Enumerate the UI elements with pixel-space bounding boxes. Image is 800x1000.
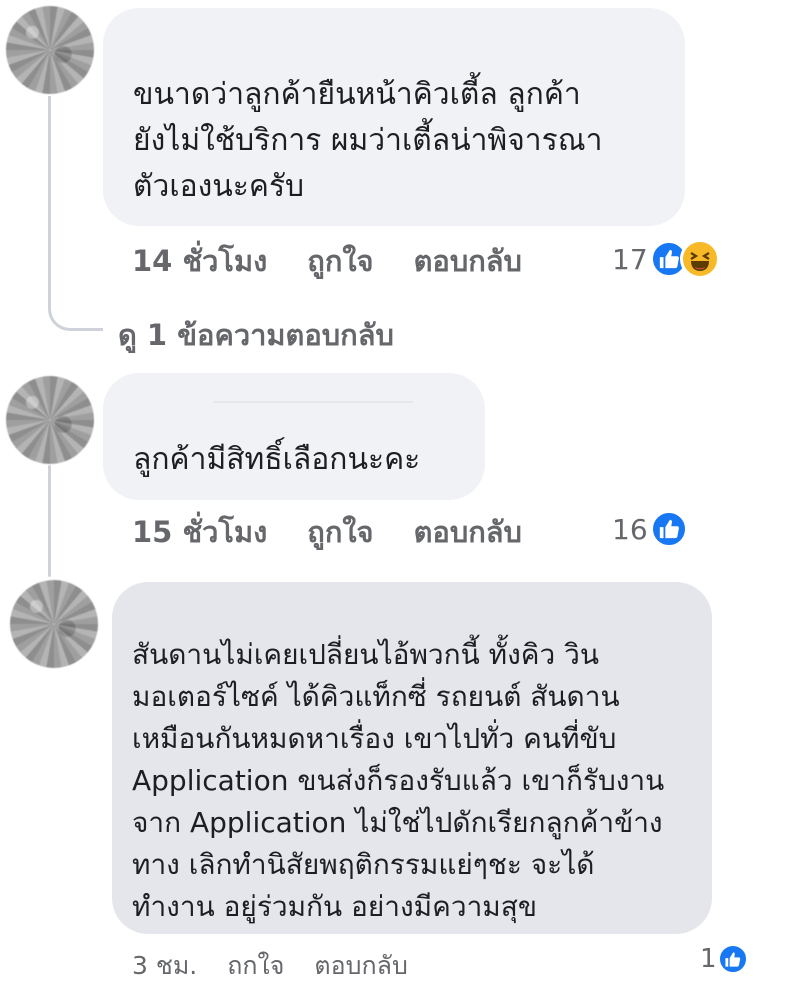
haha-icon <box>679 239 720 279</box>
reaction-count: 16 <box>612 512 648 546</box>
reaction-summary[interactable]: 17 <box>612 239 720 279</box>
reply-button[interactable]: ตอบกลับ <box>314 946 407 986</box>
comment-bubble: ลูกค้ามีสิทธิ์เลือกนะคะ <box>103 373 485 500</box>
comment-text: ขนาดว่าลูกค้ายืนหน้าคิวเตี้ล ลูกค้า ยังไ… <box>133 77 603 204</box>
avatar[interactable] <box>6 6 94 94</box>
comment-text: สันดานไม่เคยเปลี่ยนไอ้พวกนี้ ทั้งคิว วิน… <box>132 638 665 923</box>
comment-actions: 14 ชั่วโมง ถูกใจ ตอบกลับ <box>132 238 562 284</box>
comment-text: ลูกค้ามีสิทธิ์เลือกนะคะ <box>133 442 421 477</box>
like-button[interactable]: ถูกใจ <box>307 238 373 284</box>
avatar[interactable] <box>10 580 98 668</box>
author-name-redacted <box>213 401 413 403</box>
comment-actions: 15 ชั่วโมง ถูกใจ ตอบกลับ <box>132 509 562 555</box>
reaction-summary[interactable]: 16 <box>612 510 688 548</box>
comment-timestamp[interactable]: 14 ชั่วโมง <box>132 238 267 284</box>
reaction-count: 1 <box>700 944 717 974</box>
view-replies-link[interactable]: ดู 1 ข้อความตอบกลับ <box>118 312 394 358</box>
like-icon <box>649 510 688 548</box>
reaction-count: 17 <box>612 242 648 276</box>
reply-button[interactable]: ตอบกลับ <box>414 238 522 284</box>
comment-bubble: สันดานไม่เคยเปลี่ยนไอ้พวกนี้ ทั้งคิว วิน… <box>112 582 712 934</box>
reply-button[interactable]: ตอบกลับ <box>414 509 522 555</box>
reaction-summary[interactable]: 1 <box>700 944 748 974</box>
like-button[interactable]: ถกใจ <box>227 946 284 986</box>
comment-timestamp[interactable]: 15 ชั่วโมง <box>132 509 267 555</box>
thread-connector <box>48 96 103 331</box>
like-icon <box>717 944 748 974</box>
like-button[interactable]: ถูกใจ <box>307 509 373 555</box>
comment-actions: 3 ชม. ถกใจ ตอบกลับ <box>132 946 438 986</box>
thread-connector <box>48 465 51 577</box>
comment-bubble: ขนาดว่าลูกค้ายืนหน้าคิวเตี้ล ลูกค้า ยังไ… <box>103 8 685 226</box>
comment-timestamp[interactable]: 3 ชม. <box>132 946 197 986</box>
avatar[interactable] <box>6 376 94 464</box>
